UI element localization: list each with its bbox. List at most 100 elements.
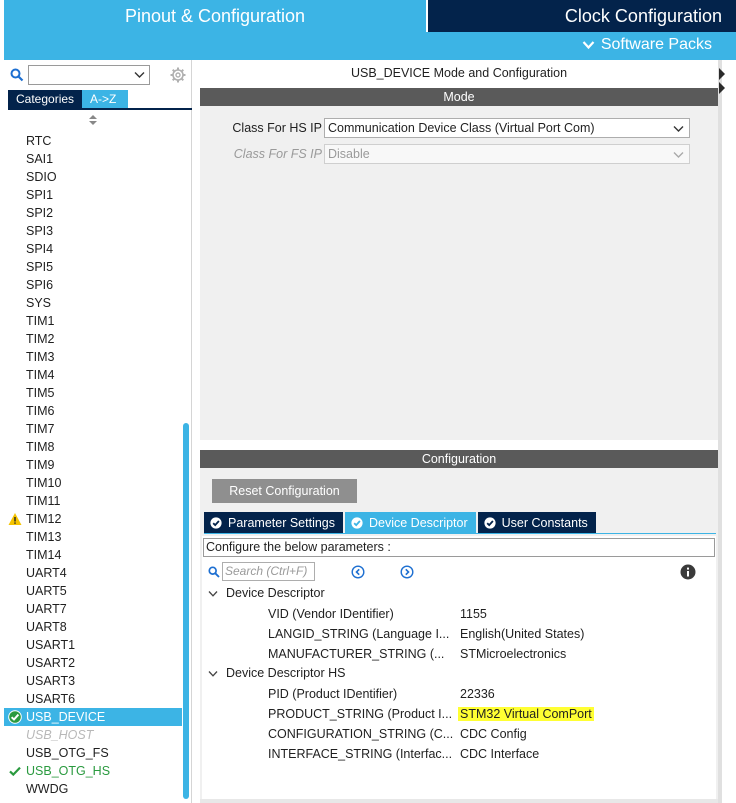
peripheral-item[interactable]: SPI3 — [4, 222, 182, 240]
class-hs-select[interactable]: Communication Device Class (Virtual Port… — [324, 118, 690, 138]
gear-icon[interactable] — [170, 67, 186, 83]
next-arrow-icon[interactable] — [400, 565, 414, 579]
parameter-value[interactable]: CDC Interface — [460, 747, 539, 761]
peripheral-item[interactable]: SAI1 — [4, 150, 182, 168]
peripheral-label: SAI1 — [26, 152, 54, 166]
peripheral-item[interactable]: SYS — [4, 294, 182, 312]
peripheral-item[interactable]: UART4 — [4, 564, 182, 582]
parameter-row[interactable]: CONFIGURATION_STRING (C... CDC Config — [202, 726, 716, 744]
collapse-arrow-icon[interactable] — [718, 66, 726, 94]
warning-icon — [8, 513, 22, 525]
peripheral-item[interactable]: TIM9 — [4, 456, 182, 474]
peripheral-label: TIM9 — [26, 458, 55, 472]
software-packs-menu[interactable]: Software Packs — [582, 36, 712, 54]
peripheral-item[interactable]: RTC — [4, 132, 182, 150]
parameter-value[interactable]: CDC Config — [460, 727, 527, 741]
peripheral-label: TIM13 — [26, 530, 62, 544]
tab-categories[interactable]: Categories — [8, 90, 83, 108]
reset-configuration-button[interactable]: Reset Configuration — [212, 479, 357, 503]
configuration-section: Reset Configuration Parameter Settings De… — [200, 468, 718, 803]
parameter-search-input[interactable]: Search (Ctrl+F) — [222, 562, 315, 581]
peripheral-item[interactable]: USB_DEVICE — [4, 708, 182, 726]
peripheral-item[interactable]: TIM5 — [4, 384, 182, 402]
peripheral-item[interactable]: USART3 — [4, 672, 182, 690]
parameter-row[interactable]: PRODUCT_STRING (Product I... STM32 Virtua… — [202, 706, 716, 724]
parameter-name: MANUFACTURER_STRING (... — [268, 647, 445, 661]
peripheral-item[interactable]: TIM12 — [4, 510, 182, 528]
parameter-row[interactable]: VID (Vendor IDentifier) 1155 — [202, 606, 716, 624]
peripheral-label: TIM10 — [26, 476, 62, 490]
peripheral-label: UART7 — [26, 602, 67, 616]
peripheral-label: TIM5 — [26, 386, 55, 400]
tab-a-to-z[interactable]: A->Z — [82, 90, 129, 108]
edge-divider — [718, 60, 722, 803]
tab-clock-configuration[interactable]: Clock Configuration — [428, 0, 736, 32]
peripheral-item[interactable]: TIM13 — [4, 528, 182, 546]
parameter-value[interactable]: 1155 — [460, 607, 487, 621]
peripheral-item[interactable]: USB_OTG_HS — [4, 762, 182, 780]
peripheral-item[interactable]: UART8 — [4, 618, 182, 636]
bottom-border — [200, 799, 718, 803]
parameter-value[interactable]: 22336 — [460, 687, 495, 701]
peripheral-item[interactable]: SPI4 — [4, 240, 182, 258]
parameter-value[interactable]: STM32 Virtual ComPort — [458, 707, 594, 721]
parameter-name: INTERFACE_STRING (Interfac... — [268, 747, 453, 761]
peripheral-label: USART2 — [26, 656, 76, 670]
peripheral-item[interactable]: SPI1 — [4, 186, 182, 204]
peripheral-item[interactable]: TIM11 — [4, 492, 182, 510]
peripheral-item[interactable]: TIM6 — [4, 402, 182, 420]
peripheral-item[interactable]: USART6 — [4, 690, 182, 708]
peripheral-item[interactable]: TIM14 — [4, 546, 182, 564]
peripheral-item[interactable]: TIM10 — [4, 474, 182, 492]
peripheral-label: USB_DEVICE — [26, 710, 106, 724]
previous-arrow-icon[interactable] — [351, 565, 365, 579]
configuration-section-header: Configuration — [200, 450, 718, 468]
parameter-value[interactable]: English(United States) — [460, 627, 584, 641]
peripheral-item[interactable]: USART1 — [4, 636, 182, 654]
peripheral-label: SPI3 — [26, 224, 54, 238]
peripheral-label: UART8 — [26, 620, 67, 634]
parameter-row[interactable]: PID (Product IDentifier) 22336 — [202, 686, 716, 704]
peripheral-sidebar: Categories A->Z RTC SAI1 SDIO SPI1 SPI2 SPI3 S… — [4, 60, 192, 803]
check-icon — [9, 766, 21, 777]
sub-toolbar: Software Packs — [4, 32, 736, 60]
parameter-row[interactable]: INTERFACE_STRING (Interfac... CDC Interfa… — [202, 746, 716, 764]
peripheral-item[interactable]: USB_HOST — [4, 726, 182, 744]
config-tab[interactable]: Device Descriptor — [345, 512, 476, 533]
configuration-content: Configure the below parameters : Search … — [202, 536, 716, 803]
peripheral-item[interactable]: TIM2 — [4, 330, 182, 348]
parameter-row[interactable]: MANUFACTURER_STRING (... STMicroelectroni… — [202, 646, 716, 664]
config-tab[interactable]: User Constants — [477, 512, 596, 533]
peripheral-item[interactable]: USART2 — [4, 654, 182, 672]
peripheral-item[interactable]: TIM1 — [4, 312, 182, 330]
sort-icon[interactable] — [88, 114, 98, 126]
sidebar-scrollbar[interactable] — [183, 423, 189, 799]
info-icon[interactable] — [680, 564, 696, 580]
peripheral-item[interactable]: UART5 — [4, 582, 182, 600]
parameter-value[interactable]: STMicroelectronics — [460, 647, 566, 661]
peripheral-label: SPI4 — [26, 242, 54, 256]
peripheral-item[interactable]: TIM4 — [4, 366, 182, 384]
peripheral-label: USB_HOST — [26, 728, 94, 742]
peripheral-item[interactable]: TIM8 — [4, 438, 182, 456]
sidebar-search-combobox[interactable] — [28, 65, 150, 85]
peripheral-item[interactable]: TIM7 — [4, 420, 182, 438]
peripheral-item[interactable]: TIM3 — [4, 348, 182, 366]
peripheral-item[interactable]: SDIO — [4, 168, 182, 186]
parameter-row[interactable]: LANGID_STRING (Language I... English(Unit… — [202, 626, 716, 644]
peripheral-item[interactable]: SPI2 — [4, 204, 182, 222]
config-tab-label: Parameter Settings — [228, 515, 335, 530]
panel-title: USB_DEVICE Mode and Configuration — [350, 66, 568, 80]
peripheral-item[interactable]: SPI5 — [4, 258, 182, 276]
config-tab[interactable]: Parameter Settings — [204, 512, 343, 533]
check-circle-icon — [210, 516, 222, 529]
tab-pinout-configuration[interactable]: Pinout & Configuration — [4, 0, 426, 32]
peripheral-label: SPI1 — [26, 188, 54, 202]
peripheral-item[interactable]: USB_OTG_FS — [4, 744, 182, 762]
peripheral-item[interactable]: UART7 — [4, 600, 182, 618]
peripheral-label: TIM11 — [26, 494, 61, 508]
class-fs-select: Disable — [324, 144, 690, 164]
chevron-down-icon — [134, 72, 145, 78]
peripheral-item[interactable]: WWDG — [4, 780, 182, 798]
peripheral-item[interactable]: SPI6 — [4, 276, 182, 294]
